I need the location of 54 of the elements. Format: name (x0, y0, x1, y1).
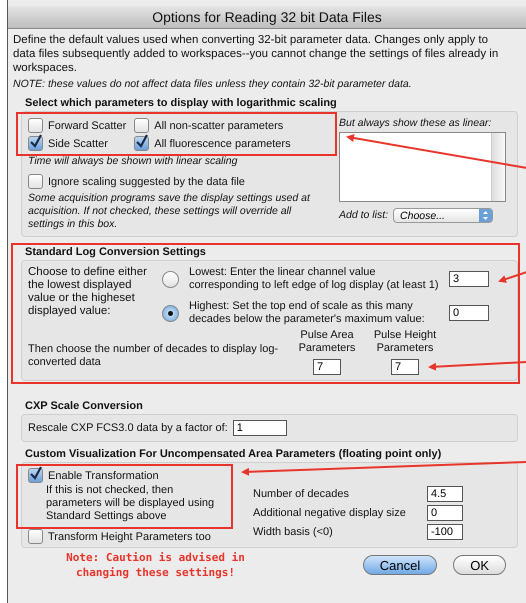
note-text: NOTE: these values do not affect data files unless they contain 32-bit parameter data. (13, 78, 413, 91)
checkbox[interactable] (134, 136, 150, 151)
linear-list[interactable] (339, 132, 506, 202)
checkbox[interactable] (28, 118, 43, 133)
intro-text: Define the default values used when converting 32-bit parameter data. Changes only apply to data files subsequently added to workspaces--you cannot change the settings of files already in workspaces. (13, 33, 500, 75)
radio-button[interactable] (162, 270, 179, 288)
list-label: But always show these as linear: (339, 117, 492, 130)
field-label: Additional negative display size (253, 507, 406, 519)
checkbox-label: All fluorescence parameters (154, 138, 291, 150)
checkbox[interactable] (28, 529, 43, 544)
scroll-bar[interactable] (491, 133, 505, 201)
hint-text: Time will always be shown with linear scaling (28, 155, 238, 168)
value-field[interactable]: 0 (427, 505, 463, 521)
ok-button[interactable]: OK (453, 555, 506, 575)
checkbox-label: Enable Transformation (48, 470, 159, 482)
checkbox-label: All non-scatter parameters (154, 120, 284, 132)
checkbox[interactable] (28, 136, 43, 151)
checkbox[interactable] (28, 468, 43, 483)
field-label: Width basis (<0) (253, 526, 333, 538)
group-title: Custom Visualization For Uncompensated Area Parameters (floating point only) (25, 448, 442, 460)
value-field[interactable]: 4.5 (427, 486, 463, 502)
checkbox-label: Ignore scaling suggested by the data file (48, 176, 245, 188)
checkbox[interactable] (28, 174, 43, 189)
value-field[interactable]: 0 (449, 305, 489, 321)
decades-field[interactable]: 7 (313, 359, 341, 375)
field-label: Number of decades (253, 488, 349, 500)
window-title: Options for Reading 32 bit Data Files (8, 6, 526, 29)
checkbox-label: Transform Height Parameters too (48, 530, 211, 542)
caution-note: Note: Caution is advised in changing these settings! (65, 550, 246, 580)
add-label: Add to list: (339, 209, 388, 222)
checkbox-label: Side Scatter (48, 138, 108, 150)
help-text: Some acquisition programs save the display settings used at acquisition. If not checked, these settings will override all settings in this box. (28, 192, 312, 231)
group-title: Standard Log Conversion Settings (25, 246, 207, 258)
prompt-text: Choose to define either the lowest displayed value or the higheset displayed value: (28, 266, 148, 319)
value-field[interactable]: 3 (449, 271, 489, 287)
decades-field[interactable]: 7 (391, 359, 419, 375)
option-label: Highest: Set the top end of scale as this many decades below the parameter's maximum value: (189, 300, 426, 326)
column-label: Pulse Height Parameters (372, 329, 438, 355)
value-field[interactable]: -100 (427, 524, 463, 540)
option-label: Lowest: Enter the linear channel value corresponding to left edge of log display (at least 1) (189, 266, 439, 292)
prompt-text: Then choose the number of decades to display log-converted data (28, 343, 280, 369)
group-title: CXP Scale Conversion (25, 400, 144, 412)
column-label: Pulse Area Parameters (298, 329, 356, 355)
group-title: Select which parameters to display with logarithmic scaling (25, 97, 338, 109)
annotation-arrow (498, 271, 526, 283)
stepper-icon (479, 209, 492, 222)
choose-select[interactable]: Choose... (393, 208, 494, 223)
checkbox-label: Forward Scatter (48, 120, 126, 132)
factor-field[interactable]: 1 (232, 420, 287, 436)
cancel-button[interactable]: Cancel (362, 555, 438, 575)
checkbox[interactable] (134, 118, 150, 133)
field-label: Rescale CXP FCS3.0 data by a factor of: (28, 422, 228, 434)
radio-button[interactable] (162, 304, 179, 322)
help-text: If this is not checked, then parameters will be displayed using Standard Settings above (46, 484, 216, 523)
